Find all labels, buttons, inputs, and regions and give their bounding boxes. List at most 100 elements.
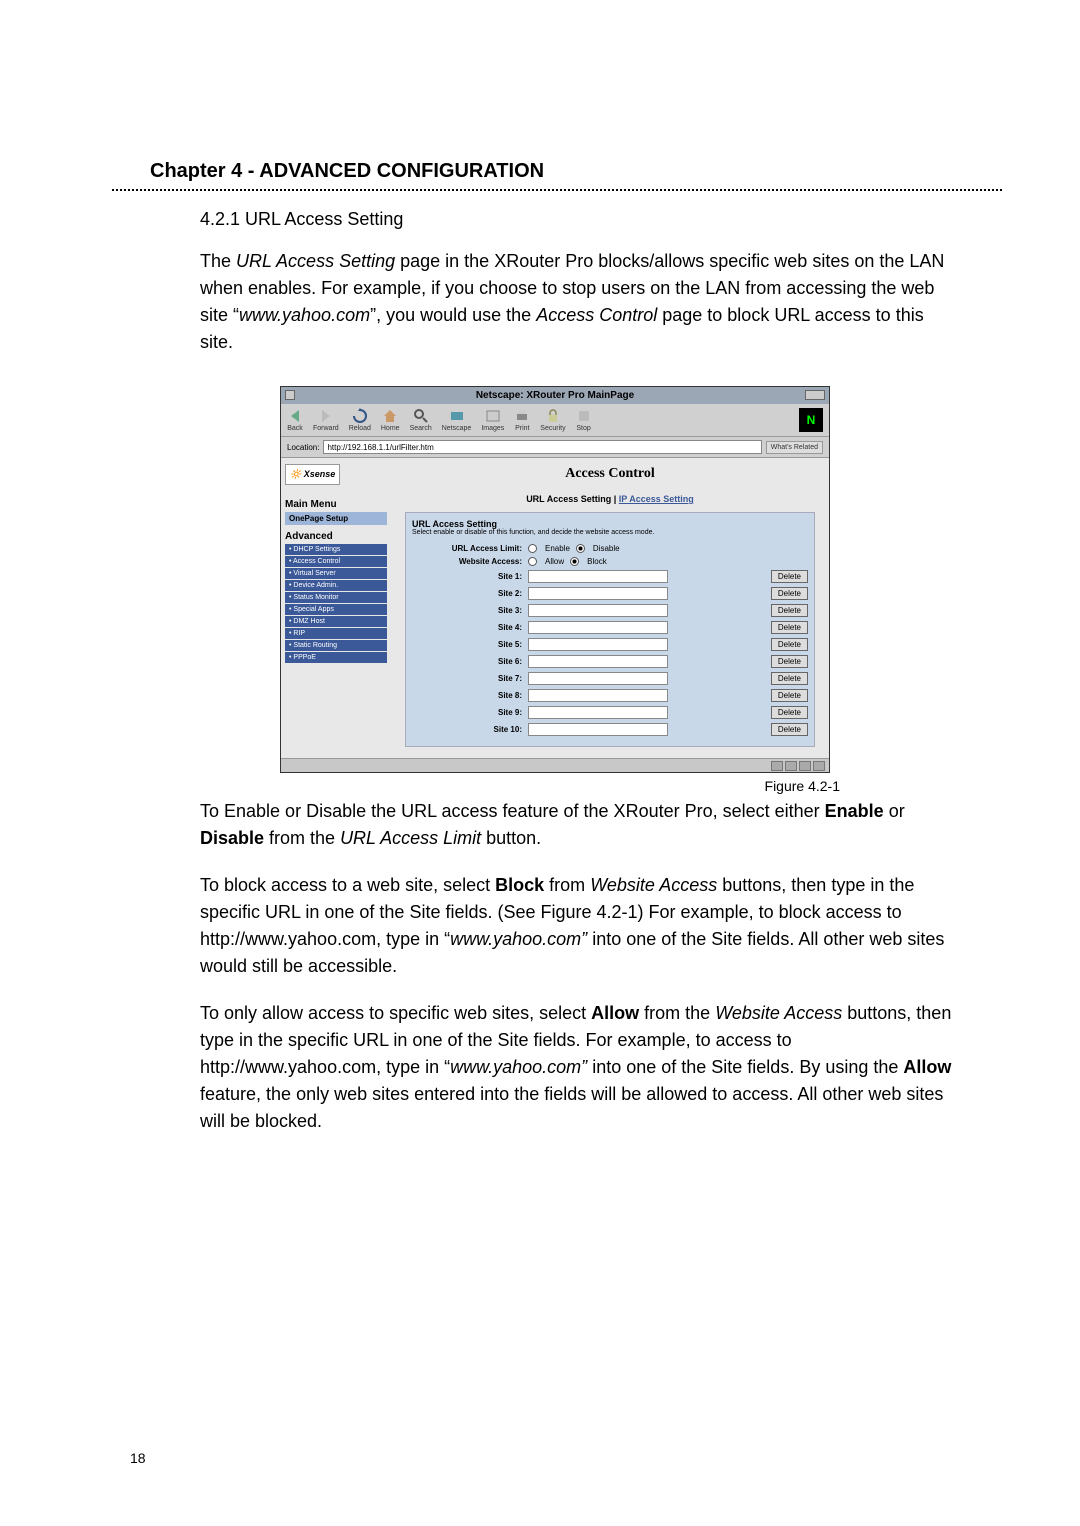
- site-6-input[interactable]: [528, 655, 668, 668]
- search-button[interactable]: Search: [410, 408, 432, 432]
- forward-icon: [318, 408, 334, 424]
- images-icon: [485, 408, 501, 424]
- text: ”, you would use the: [370, 305, 536, 325]
- site-9-input[interactable]: [528, 706, 668, 719]
- bold: Disable: [200, 828, 264, 848]
- tab-ip-access[interactable]: IP Access Setting: [619, 494, 694, 504]
- text: into one of the Site fields. By using th…: [587, 1057, 903, 1077]
- stop-icon: [576, 408, 592, 424]
- xsense-logo: 🔆 Xsense: [285, 464, 340, 485]
- em: www.yahoo.com: [239, 305, 370, 325]
- site-2-input[interactable]: [528, 587, 668, 600]
- back-button[interactable]: Back: [287, 408, 303, 432]
- text: or: [884, 801, 905, 821]
- home-button[interactable]: Home: [381, 408, 400, 432]
- advanced-heading: Advanced: [285, 531, 387, 542]
- sidebar-item-status-monitor[interactable]: • Status Monitor: [285, 592, 387, 603]
- status-icon: [813, 761, 825, 771]
- print-button[interactable]: Print: [514, 408, 530, 432]
- site-3-input[interactable]: [528, 604, 668, 617]
- lock-icon: [545, 408, 561, 424]
- site-label: Site 8:: [412, 691, 522, 700]
- section-heading: 4.2.1 URL Access Setting: [200, 209, 960, 230]
- bold: Allow: [903, 1057, 951, 1077]
- em: URL Access Limit: [340, 828, 481, 848]
- radio-allow[interactable]: [528, 557, 537, 566]
- sidebar-item-static-routing[interactable]: • Static Routing: [285, 640, 387, 651]
- site-7-input[interactable]: [528, 672, 668, 685]
- sidebar-item-dmz[interactable]: • DMZ Host: [285, 616, 387, 627]
- site-1-input[interactable]: [528, 570, 668, 583]
- delete-button-9[interactable]: Delete: [771, 706, 808, 719]
- text: from the: [264, 828, 340, 848]
- home-icon: [382, 408, 398, 424]
- status-bar: [281, 758, 829, 772]
- site-8-input[interactable]: [528, 689, 668, 702]
- label-website-access: Website Access:: [412, 557, 522, 566]
- sidebar-item-dhcp[interactable]: • DHCP Settings: [285, 544, 387, 555]
- delete-button-6[interactable]: Delete: [771, 655, 808, 668]
- window-title: Netscape: XRouter Pro MainPage: [476, 390, 634, 401]
- back-icon: [287, 408, 303, 424]
- url-box-hint: Select enable or disable of this functio…: [412, 529, 808, 536]
- screenshot-container: Netscape: XRouter Pro MainPage Back Forw…: [150, 386, 960, 773]
- site-label: Site 9:: [412, 708, 522, 717]
- delete-button-10[interactable]: Delete: [771, 723, 808, 736]
- dotted-rule: [112, 189, 1002, 191]
- bold: Enable: [825, 801, 884, 821]
- text: feature, the only web sites entered into…: [200, 1084, 943, 1131]
- radio-disable[interactable]: [576, 544, 585, 553]
- location-input[interactable]: [323, 440, 761, 454]
- paragraph-4: To only allow access to specific web sit…: [200, 1000, 960, 1135]
- text: The: [200, 251, 236, 271]
- window-controls-icon: [805, 390, 825, 400]
- sidebar-item-virtual-server[interactable]: • Virtual Server: [285, 568, 387, 579]
- url-access-box: URL Access Setting Select enable or disa…: [405, 512, 815, 747]
- figure-caption: Figure 4.2-1: [150, 778, 840, 794]
- tab-url-access[interactable]: URL Access Setting: [526, 494, 611, 504]
- delete-button-8[interactable]: Delete: [771, 689, 808, 702]
- reload-button[interactable]: Reload: [349, 408, 371, 432]
- paragraph-3: To block access to a web site, select Bl…: [200, 872, 960, 980]
- search-icon: [413, 408, 429, 424]
- sidebar-item-device-admin[interactable]: • Device Admin.: [285, 580, 387, 591]
- site-label: Site 1:: [412, 572, 522, 581]
- location-bar: Location: What's Related: [281, 437, 829, 458]
- delete-button-7[interactable]: Delete: [771, 672, 808, 685]
- sidebar-item-access-control[interactable]: • Access Control: [285, 556, 387, 567]
- stop-button[interactable]: Stop: [576, 408, 592, 432]
- sidebar-item-rip[interactable]: • RIP: [285, 628, 387, 639]
- label-access-limit: URL Access Limit:: [412, 544, 522, 553]
- paragraph-2: To Enable or Disable the URL access feat…: [200, 798, 960, 852]
- site-10-input[interactable]: [528, 723, 668, 736]
- delete-button-1[interactable]: Delete: [771, 570, 808, 583]
- images-button[interactable]: Images: [481, 408, 504, 432]
- delete-button-5[interactable]: Delete: [771, 638, 808, 651]
- site-5-input[interactable]: [528, 638, 668, 651]
- print-icon: [514, 408, 530, 424]
- whats-related-button[interactable]: What's Related: [766, 441, 823, 454]
- browser-toolbar: Back Forward Reload Home Search Netscape…: [281, 404, 829, 437]
- sidebar-onepage[interactable]: OnePage Setup: [285, 512, 387, 525]
- chapter-heading: Chapter 4 - ADVANCED CONFIGURATION: [150, 160, 960, 183]
- status-icon: [785, 761, 797, 771]
- forward-button[interactable]: Forward: [313, 408, 339, 432]
- security-button[interactable]: Security: [540, 408, 565, 432]
- sidebar-item-pppoe[interactable]: • PPPoE: [285, 652, 387, 663]
- sidebar-item-special-apps[interactable]: • Special Apps: [285, 604, 387, 615]
- radio-block[interactable]: [570, 557, 579, 566]
- delete-button-4[interactable]: Delete: [771, 621, 808, 634]
- site-label: Site 7:: [412, 674, 522, 683]
- netscape-button[interactable]: Netscape: [442, 408, 472, 432]
- status-icon: [771, 761, 783, 771]
- netscape-window: Netscape: XRouter Pro MainPage Back Forw…: [280, 386, 830, 773]
- delete-button-3[interactable]: Delete: [771, 604, 808, 617]
- delete-button-2[interactable]: Delete: [771, 587, 808, 600]
- text: from: [544, 875, 590, 895]
- radio-enable[interactable]: [528, 544, 537, 553]
- netscape-logo-icon: N: [799, 408, 823, 432]
- em: Website Access: [590, 875, 717, 895]
- text: To Enable or Disable the URL access feat…: [200, 801, 825, 821]
- site-4-input[interactable]: [528, 621, 668, 634]
- location-label: Location:: [287, 443, 319, 452]
